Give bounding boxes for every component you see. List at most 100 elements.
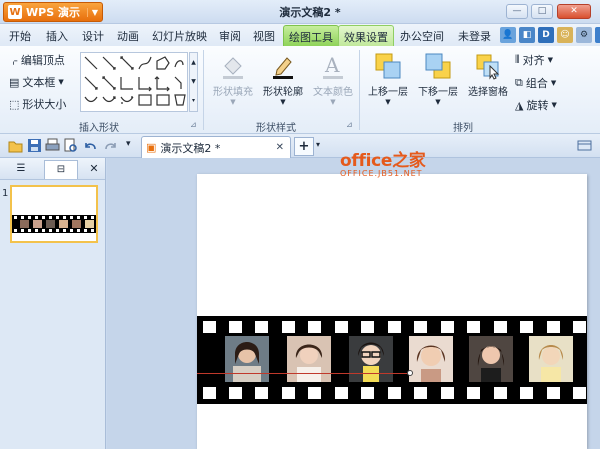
- filmstrip-shape[interactable]: [197, 316, 587, 404]
- tab-review[interactable]: 审阅: [219, 28, 241, 44]
- tab-effect-settings[interactable]: 效果设置: [338, 25, 394, 46]
- shape-outline-button[interactable]: 形状轮廓 ▼: [260, 52, 306, 106]
- user-icon[interactable]: 👤: [500, 27, 516, 43]
- film-hole: [388, 387, 401, 399]
- chevron-down-icon: ▼: [280, 98, 286, 106]
- film-hole: [414, 387, 427, 399]
- tab-slideshow[interactable]: 幻灯片放映: [152, 28, 207, 44]
- chevron-down-icon: ▼: [551, 101, 557, 109]
- help-icon[interactable]: ?: [595, 27, 600, 43]
- chevron-down-icon: ▼: [86, 7, 98, 17]
- film-hole: [255, 387, 268, 399]
- group-button[interactable]: ⧉ 组合 ▼: [515, 75, 556, 91]
- dialog-launcher-icon[interactable]: ⊿: [346, 120, 353, 129]
- send-backward-label: 下移一层: [418, 87, 458, 98]
- gallery-scroll[interactable]: ▲ ▼ ▾: [189, 52, 198, 112]
- film-hole: [547, 387, 560, 399]
- slides-tab-icon[interactable]: ⊟: [44, 160, 78, 179]
- undo-icon[interactable]: [83, 138, 98, 153]
- tab-list-icon[interactable]: ▾: [316, 140, 320, 149]
- print-icon[interactable]: [45, 138, 60, 153]
- tab-design[interactable]: 设计: [82, 28, 104, 44]
- slide-thumbnail-image: [12, 215, 96, 233]
- chevron-down-icon: ▼: [330, 98, 336, 106]
- new-tab-button[interactable]: +: [294, 137, 314, 156]
- tab-home[interactable]: 开始: [9, 28, 31, 44]
- docer-icon[interactable]: D: [538, 27, 554, 43]
- edit-vertices-button[interactable]: ⌌ 编辑顶点: [9, 52, 65, 68]
- film-hole: [414, 321, 427, 333]
- selection-pane-button[interactable]: 选择窗格: [464, 52, 512, 98]
- skin-icon[interactable]: ◧: [519, 27, 535, 43]
- photo-2[interactable]: [287, 336, 331, 382]
- text-color-icon: A: [319, 52, 347, 80]
- shape-fill-button[interactable]: 形状填充 ▼: [210, 52, 256, 106]
- rotate-icon: ◮: [515, 98, 524, 112]
- connector-line[interactable]: [197, 373, 409, 374]
- send-backward-icon: [424, 52, 452, 80]
- film-hole: [467, 387, 480, 399]
- tab-drawing-tools[interactable]: 绘图工具: [283, 25, 339, 46]
- settings-icon[interactable]: ⚙: [576, 27, 592, 43]
- film-hole: [520, 387, 533, 399]
- text-box-button[interactable]: ▤ 文本框 ▼: [9, 74, 64, 90]
- photo-1[interactable]: [225, 336, 269, 382]
- tab-animation[interactable]: 动画: [117, 28, 139, 44]
- minimize-button[interactable]: —: [506, 4, 528, 19]
- chevron-down-icon: ▼: [435, 98, 441, 106]
- send-backward-button[interactable]: 下移一层 ▼: [414, 52, 462, 106]
- film-hole: [335, 321, 348, 333]
- login-link[interactable]: 未登录: [458, 28, 491, 44]
- print-preview-icon[interactable]: [63, 138, 78, 153]
- film-hole: [494, 387, 507, 399]
- outline-tab-icon[interactable]: ☰: [4, 160, 38, 179]
- dialog-launcher-icon[interactable]: ⊿: [190, 120, 197, 129]
- film-hole: [467, 321, 480, 333]
- chevron-down-icon: ▼: [547, 56, 554, 64]
- photo-5[interactable]: [469, 336, 513, 382]
- film-hole: [255, 321, 268, 333]
- film-hole: [573, 321, 586, 333]
- align-button[interactable]: ⫴ 对齐 ▼: [515, 52, 553, 68]
- bring-forward-button[interactable]: 上移一层 ▼: [364, 52, 412, 106]
- pane-tabs: ☰ ⊟ ✕: [0, 158, 105, 180]
- assistant-icon[interactable]: ☺: [557, 27, 573, 43]
- slide-thumbnail[interactable]: [10, 185, 98, 243]
- layout-icon[interactable]: [577, 138, 592, 153]
- wps-app-menu-button[interactable]: W WPS 演示 ▼: [3, 2, 103, 22]
- tab-view[interactable]: 视图: [253, 28, 275, 44]
- close-button[interactable]: ✕: [557, 4, 591, 19]
- open-folder-icon[interactable]: [8, 138, 23, 153]
- text-color-label: 文本颜色: [313, 87, 353, 98]
- photo-6[interactable]: [529, 336, 573, 382]
- document-tab-label: 演示文稿2 *: [160, 141, 221, 155]
- film-hole: [441, 321, 454, 333]
- tab-office-space[interactable]: 办公空间: [400, 28, 444, 44]
- chevron-down-icon: ▼: [550, 79, 557, 87]
- group-icon: ⧉: [515, 76, 523, 89]
- photo-3[interactable]: [349, 336, 393, 382]
- film-hole: [203, 387, 216, 399]
- redo-icon[interactable]: [103, 138, 118, 153]
- text-box-icon: ▤: [9, 75, 20, 89]
- slide-number: 1: [2, 188, 9, 199]
- save-icon[interactable]: [27, 138, 42, 153]
- close-icon[interactable]: ✕: [276, 142, 284, 153]
- tab-insert[interactable]: 插入: [46, 28, 68, 44]
- maximize-button[interactable]: □: [531, 4, 553, 19]
- shape-gallery[interactable]: [80, 52, 188, 112]
- rotate-button[interactable]: ◮ 旋转 ▼: [515, 97, 557, 113]
- close-pane-icon[interactable]: ✕: [84, 160, 104, 179]
- customize-toolbar-icon[interactable]: ▾: [126, 139, 131, 149]
- pencil-icon: [269, 52, 297, 80]
- document-tab[interactable]: ▣ 演示文稿2 * ✕: [141, 136, 291, 158]
- shape-size-button[interactable]: ⬚ 形状大小: [9, 96, 66, 112]
- wps-logo-icon: W: [8, 5, 22, 19]
- photo-4[interactable]: [409, 336, 453, 382]
- group-divider: [359, 50, 360, 130]
- slide[interactable]: [197, 174, 587, 449]
- text-color-button[interactable]: A 文本颜色 ▼: [310, 52, 356, 106]
- film-hole: [388, 321, 401, 333]
- chevron-down-icon: ▼: [230, 98, 236, 106]
- selection-handle[interactable]: [407, 370, 413, 376]
